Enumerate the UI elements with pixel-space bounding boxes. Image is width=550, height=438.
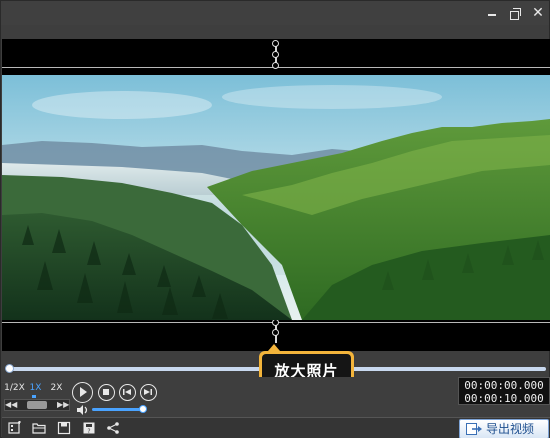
top-crop-handle-edge[interactable] bbox=[272, 62, 279, 69]
top-crop-handle-mid[interactable] bbox=[272, 51, 279, 58]
restore-icon[interactable] bbox=[507, 5, 523, 21]
fast-forward-icon[interactable]: ▶▶ bbox=[57, 400, 69, 410]
svg-text:?: ? bbox=[87, 428, 90, 435]
preview-stage bbox=[2, 39, 550, 351]
export-video-button[interactable]: 导出视频 bbox=[459, 419, 549, 438]
next-frame-icon bbox=[144, 389, 152, 395]
speed-double[interactable]: 2X bbox=[46, 381, 67, 395]
previous-frame-button[interactable] bbox=[119, 384, 136, 401]
speed-selector: 1/2X 1X 2X bbox=[4, 381, 67, 395]
speed-indicator bbox=[32, 395, 36, 398]
add-media-icon[interactable] bbox=[8, 421, 22, 435]
save-icon[interactable] bbox=[57, 421, 71, 435]
open-folder-icon[interactable] bbox=[32, 421, 46, 435]
volume-slider[interactable] bbox=[92, 408, 142, 411]
save-as-icon[interactable]: ? bbox=[82, 421, 96, 435]
title-bar: ✕ bbox=[1, 1, 549, 25]
volume-slider-knob[interactable] bbox=[139, 405, 147, 413]
share-icon[interactable] bbox=[106, 421, 120, 435]
bottom-crop-handle[interactable] bbox=[272, 329, 279, 336]
rewind-icon[interactable]: ◀◀ bbox=[5, 400, 17, 410]
bottom-crop-handle-edge[interactable] bbox=[272, 319, 279, 326]
speed-slider-thumb[interactable] bbox=[27, 401, 47, 409]
playback-controls: 1/2X 1X 2X ◀◀ ▶▶ 00:00:00.000 00:00:10.0… bbox=[2, 377, 550, 417]
volume-icon[interactable] bbox=[77, 405, 89, 415]
landscape-photo[interactable] bbox=[2, 75, 550, 320]
play-icon bbox=[80, 387, 87, 397]
time-display: 00:00:00.000 00:00:10.000 bbox=[458, 377, 550, 405]
app-window: ✕ 放大照片 1/2X 1X 2X ◀◀ ▶▶ 00:00:00.000 00:… bbox=[0, 0, 550, 438]
previous-frame-icon bbox=[123, 389, 131, 395]
current-time: 00:00:00.000 bbox=[464, 379, 544, 392]
export-video-icon bbox=[466, 423, 482, 435]
play-button[interactable] bbox=[72, 382, 93, 403]
stop-button[interactable] bbox=[98, 384, 115, 401]
stop-icon bbox=[103, 389, 109, 395]
speed-slider[interactable]: ◀◀ ▶▶ bbox=[4, 399, 70, 411]
minimize-icon[interactable] bbox=[484, 5, 500, 21]
close-icon[interactable]: ✕ bbox=[530, 5, 546, 21]
speed-normal[interactable]: 1X bbox=[25, 381, 46, 395]
next-frame-button[interactable] bbox=[140, 384, 157, 401]
export-video-label: 导出视频 bbox=[486, 422, 535, 436]
timeline-playhead[interactable] bbox=[5, 364, 14, 373]
bottom-toolbar: ? 导出视频 bbox=[2, 417, 550, 438]
total-time: 00:00:10.000 bbox=[464, 392, 544, 405]
top-crop-handle[interactable] bbox=[272, 40, 279, 47]
landscape-photo-image bbox=[2, 75, 550, 320]
speed-half[interactable]: 1/2X bbox=[4, 381, 25, 395]
